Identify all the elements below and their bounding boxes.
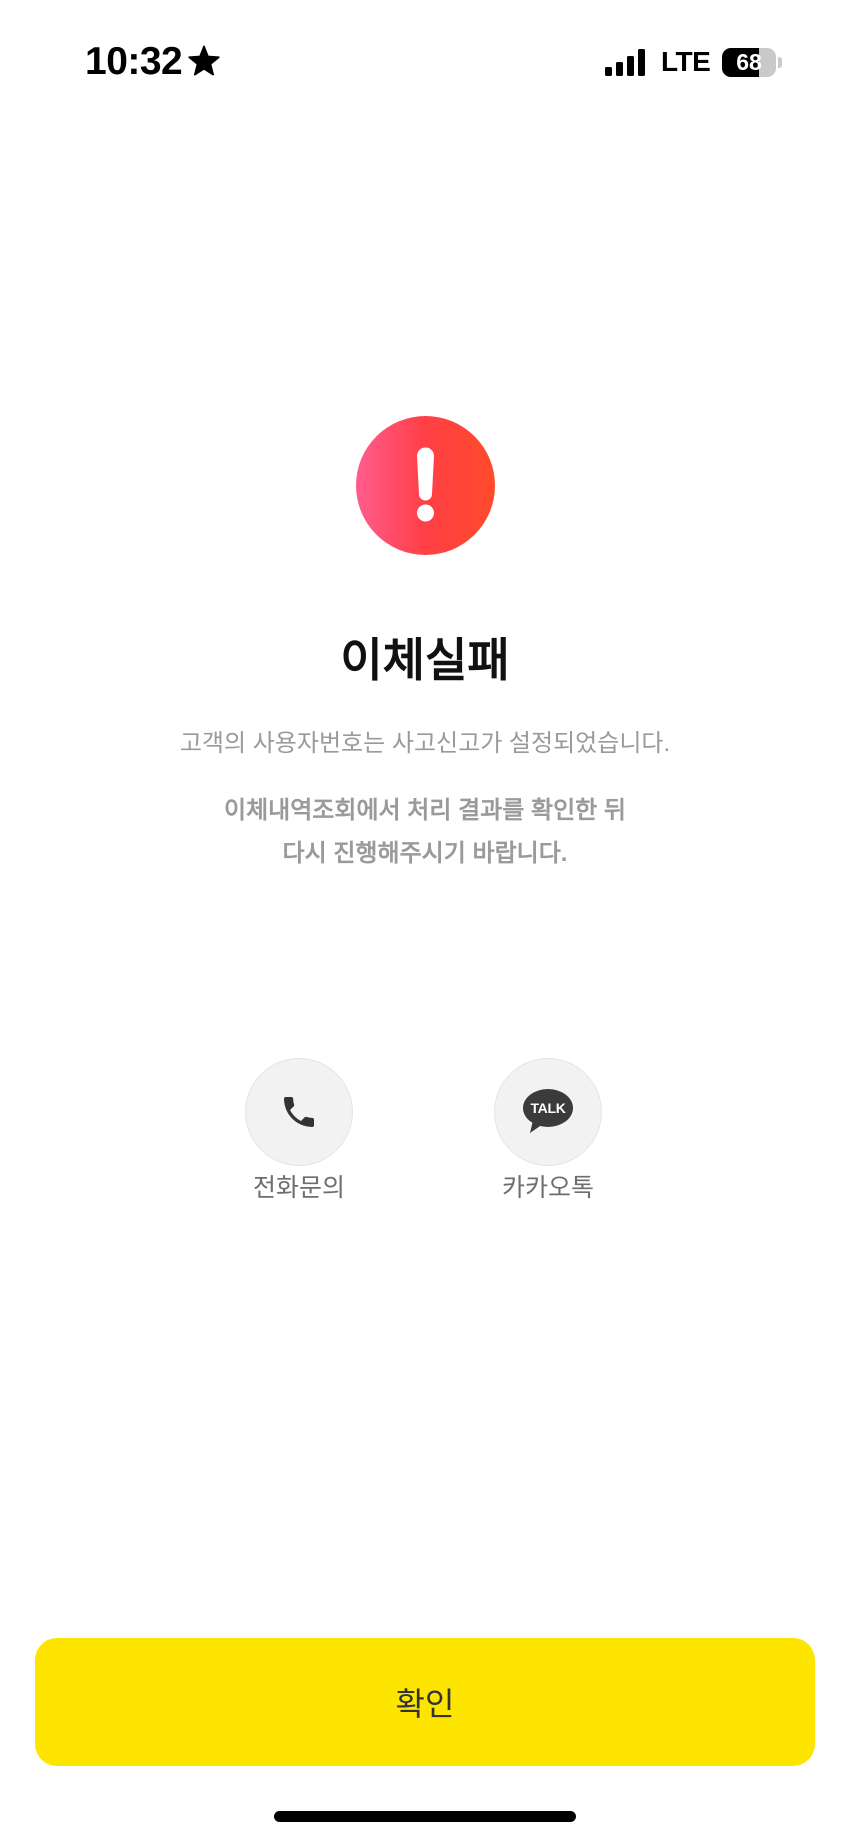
instruction-line-1: 이체내역조회에서 처리 결과를 확인한 뒤 (223, 797, 627, 824)
phone-inquiry-circle[interactable] (245, 1058, 353, 1166)
star-icon (188, 45, 220, 76)
kakaotalk-icon-text: TALK (530, 1100, 565, 1116)
kakaotalk-inquiry-label[interactable]: 카카오톡 (458, 1171, 638, 1205)
phone-inquiry-label[interactable]: 전화문의 (209, 1171, 389, 1205)
battery-terminal (778, 57, 782, 68)
kakaotalk-inquiry-button[interactable]: TALK 카카오톡 (458, 1058, 638, 1208)
page-title: 이체실패 (340, 634, 510, 686)
phone-icon (284, 1097, 314, 1127)
confirm-button[interactable]: 확인 (35, 1638, 815, 1766)
transfer-failure-screen: 10:32 LTE 68 이체실패 고객의 사용자번호는 사고신고가 설정되었습… (0, 0, 850, 1843)
phone-inquiry-button[interactable]: 전화문의 (209, 1058, 389, 1208)
battery-percentage: 68 (736, 49, 762, 75)
home-indicator[interactable] (274, 1811, 576, 1822)
instruction-line-2: 다시 진행해주시기 바랍니다. (282, 840, 568, 867)
kakaotalk-inquiry-circle[interactable]: TALK (494, 1058, 602, 1166)
cellular-signal-icon (605, 49, 645, 76)
battery-icon: 68 (722, 48, 776, 77)
network-type: LTE (661, 46, 711, 77)
exclamation-circle-icon (356, 416, 495, 555)
error-message: 고객의 사용자번호는 사고신고가 설정되었습니다. (179, 730, 671, 757)
kakaotalk-icon: TALK (523, 1089, 573, 1133)
status-time: 10:32 (85, 40, 183, 83)
